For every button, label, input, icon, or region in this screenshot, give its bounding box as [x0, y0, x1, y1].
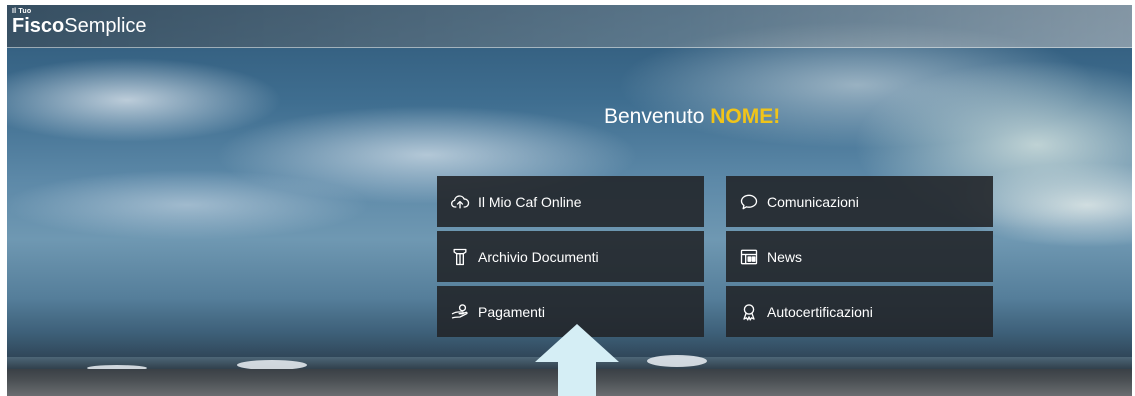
welcome-user-name: NOME!: [710, 105, 781, 128]
logo-light-text: Semplice: [64, 15, 147, 37]
logo-bold-text: Fisco: [12, 15, 65, 37]
tile-label: Comunicazioni: [767, 193, 859, 210]
top-bar: Il Tuo FiscoSemplice: [7, 5, 1132, 48]
tile-autocertificazioni[interactable]: Autocertificazioni: [726, 286, 993, 337]
tile-comunicazioni[interactable]: Comunicazioni: [726, 176, 993, 227]
payment-hand-icon: [450, 302, 470, 322]
award-ribbon-icon: [739, 302, 759, 322]
tile-label: News: [767, 248, 803, 265]
archive-icon: [450, 247, 470, 267]
background-sky-image: Il Tuo FiscoSemplice Benvenuto NOME! Il …: [7, 5, 1132, 396]
welcome-message: Benvenuto NOME!: [604, 105, 780, 129]
tile-label: Archivio Documenti: [478, 248, 599, 265]
up-arrow-indicator: [535, 324, 619, 396]
wave-splash: [647, 355, 707, 367]
welcome-text: Benvenuto: [604, 105, 711, 128]
newspaper-icon: [739, 247, 759, 267]
tile-archivio-documenti[interactable]: Archivio Documenti: [437, 231, 704, 282]
tile-label: Il Mio Caf Online: [478, 193, 582, 210]
speech-bubble-icon: [739, 192, 759, 212]
tile-label: Pagamenti: [478, 303, 545, 320]
tile-label: Autocertificazioni: [767, 303, 873, 320]
fiscosemplice-logo[interactable]: Il Tuo FiscoSemplice: [12, 8, 147, 36]
tile-news[interactable]: News: [726, 231, 993, 282]
tile-il-mio-caf-online[interactable]: Il Mio Caf Online: [437, 176, 704, 227]
cloud-upload-icon: [450, 192, 470, 212]
